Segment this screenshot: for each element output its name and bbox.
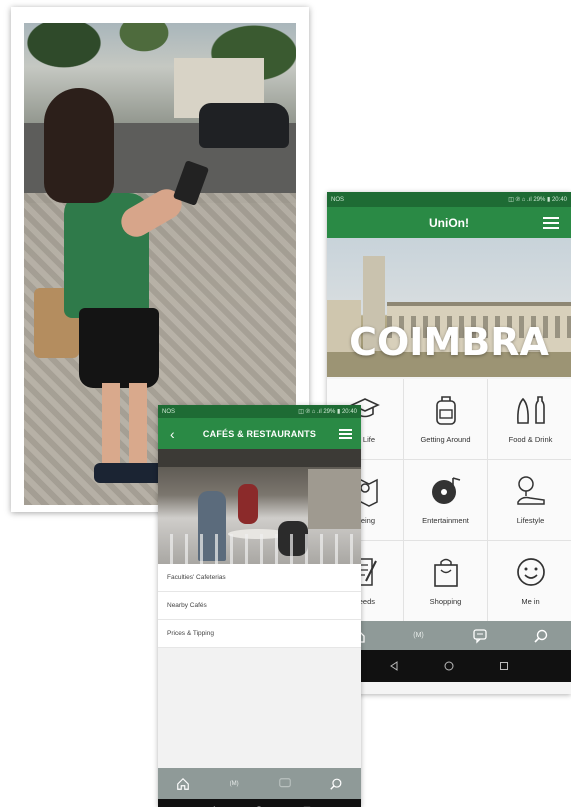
tile-label: Shopping: [429, 597, 462, 606]
nav-map[interactable]: (M): [219, 773, 249, 795]
page-title: CAFÉS & RESTAURANTS: [202, 428, 317, 439]
back-triangle-icon[interactable]: [389, 661, 399, 671]
list-item[interactable]: Faculties' Cafeterias: [158, 564, 361, 592]
photo-hair: [44, 88, 114, 203]
tile-lifestyle[interactable]: Lifestyle: [488, 460, 571, 540]
home-circle-icon[interactable]: [444, 661, 454, 671]
tile-label: Me in: [521, 597, 540, 606]
menu-icon[interactable]: [543, 216, 559, 229]
back-chevron-icon[interactable]: ‹: [170, 426, 175, 442]
bread-bottle-icon: [516, 396, 545, 424]
nav-map[interactable]: (M): [404, 625, 434, 647]
tile-label: Food & Drink: [508, 435, 553, 444]
tile-label: Lifestyle: [516, 516, 545, 525]
backpack-icon: [435, 396, 456, 425]
hero-city-name: COIMBRA: [349, 320, 549, 364]
home-icon: [177, 777, 190, 790]
list-item[interactable]: Prices & Tipping: [158, 620, 361, 648]
menu-icon[interactable]: [339, 428, 352, 439]
status-icons: ◫ ℗ ⌂ .ıl 29% ▮ 20:40: [298, 409, 357, 415]
tile-food-drink[interactable]: Food & Drink: [488, 379, 571, 459]
status-bar: NOS ◫ ℗ ⌂ .ıl 29% ▮ 20:40: [158, 405, 361, 418]
tile-label: Entertainment: [422, 516, 469, 525]
topics-list: Faculties' Cafeterias Nearby Cafés Price…: [158, 564, 361, 648]
nav-home[interactable]: [168, 773, 198, 795]
carrier-label: NOS: [162, 408, 176, 415]
photo-skirt: [79, 308, 159, 388]
tile-me-in-coimbra[interactable]: Me in: [488, 541, 571, 621]
tile-shopping[interactable]: Shopping: [404, 541, 487, 621]
smiley-icon: [516, 558, 545, 586]
bottom-nav: (M): [158, 768, 361, 799]
nav-chat[interactable]: [270, 773, 300, 795]
chat-icon: [279, 777, 291, 787]
category-grid: Life Getting Around Food & Drink Seeing: [327, 379, 571, 621]
shopping-bag-icon: [433, 558, 458, 587]
hero-banner: COIMBRA: [327, 238, 571, 377]
carrier-label: NOS: [331, 196, 345, 203]
map-icon: (M): [413, 632, 424, 639]
bottom-nav: (M): [327, 621, 571, 650]
app-bar: UniOn!: [327, 207, 571, 238]
record-music-icon: [431, 477, 460, 504]
tree-sneaker-icon: [516, 476, 545, 505]
app-bar: ‹ CAFÉS & RESTAURANTS: [158, 418, 361, 449]
cafe-photo: [158, 449, 361, 564]
photo-shoes: [94, 463, 164, 483]
status-icons: ◫ ℗ ⌂ .ıl 29% ▮ 20:40: [508, 197, 567, 203]
empty-area: [158, 648, 361, 768]
home-screen: NOS ◫ ℗ ⌂ .ıl 29% ▮ 20:40 UniOn! COIMBRA…: [327, 192, 571, 694]
cafes-screen: NOS ◫ ℗ ⌂ .ıl 29% ▮ 20:40 ‹ CAFÉS & REST…: [158, 405, 361, 807]
recents-square-icon[interactable]: [499, 661, 509, 671]
map-icon: (M): [229, 780, 239, 787]
nav-search[interactable]: [526, 625, 556, 647]
chat-icon: [472, 628, 487, 644]
nav-search[interactable]: [321, 773, 351, 795]
system-nav: [327, 650, 571, 682]
search-icon: [329, 778, 342, 790]
nav-chat[interactable]: [465, 625, 495, 647]
status-bar: NOS ◫ ℗ ⌂ .ıl 29% ▮ 20:40: [327, 192, 571, 207]
tile-entertainment[interactable]: Entertainment: [404, 460, 487, 540]
tile-label: Getting Around: [420, 435, 471, 444]
tile-getting-around[interactable]: Getting Around: [404, 379, 487, 459]
search-icon: [533, 629, 547, 643]
app-title: UniOn!: [429, 215, 469, 230]
system-nav: [158, 799, 361, 807]
list-item[interactable]: Nearby Cafés: [158, 592, 361, 620]
photo-car: [199, 103, 289, 148]
